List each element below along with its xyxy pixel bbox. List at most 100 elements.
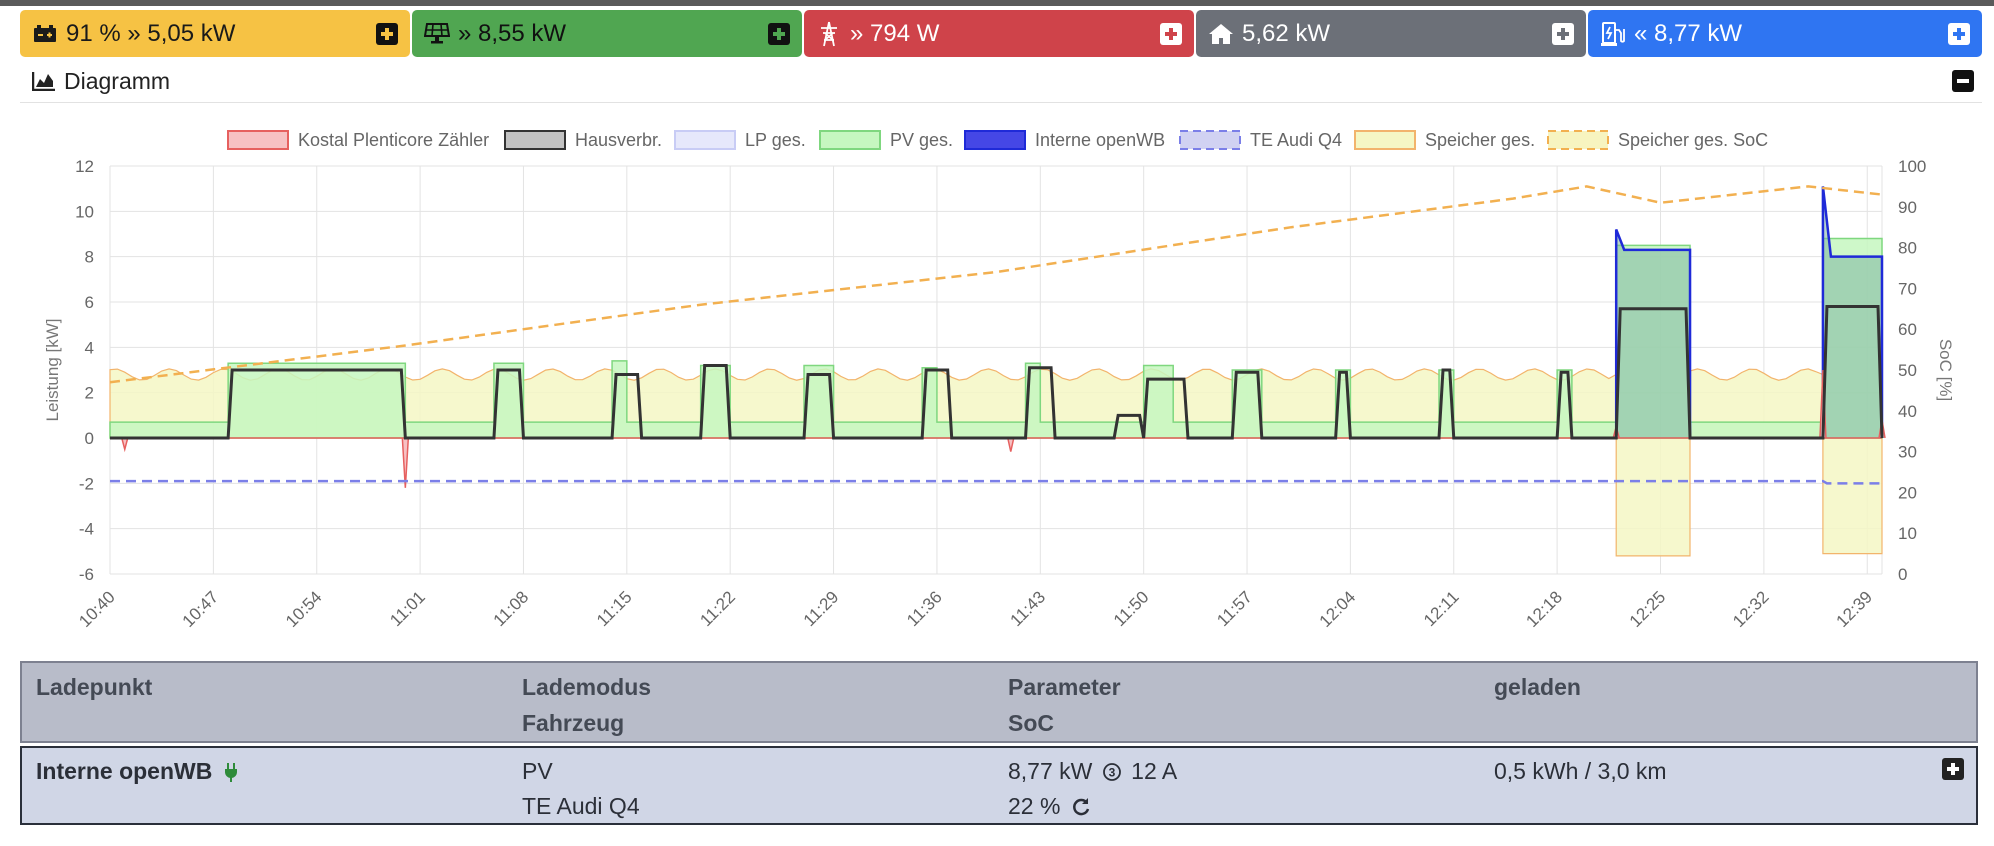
y-tick-label: 2 [85, 384, 94, 403]
y-tick-label: 6 [85, 293, 94, 312]
chargepoint-expand-button[interactable] [1942, 758, 1964, 780]
diagram-header[interactable]: Diagramm [20, 60, 1982, 103]
legend-swatch [964, 130, 1026, 150]
house-status-text: 5,62 kW [1242, 19, 1331, 47]
y2-tick-label: 30 [1898, 443, 1917, 462]
y-tick-label: -2 [79, 474, 94, 493]
y2-tick-label: 50 [1898, 361, 1917, 380]
legend-swatch [1179, 130, 1241, 150]
charge-mode[interactable]: PV [522, 758, 553, 785]
x-tick-label: 10:40 [75, 587, 119, 631]
y2-tick-label: 60 [1898, 320, 1917, 339]
legend-label: Kostal Plenticore Zähler [298, 130, 489, 150]
legend-label: TE Audi Q4 [1250, 130, 1342, 150]
legend-label: Interne openWB [1035, 130, 1165, 150]
y-tick-label: 8 [85, 248, 94, 267]
x-tick-label: 11:43 [1007, 587, 1050, 630]
legend-swatch [504, 130, 566, 150]
legend-label: Speicher ges. SoC [1618, 130, 1768, 150]
status-tiles: 91 % » 5,05 kW » 8,55 kW » 794 W 5,62 kW… [20, 10, 1982, 57]
y-tick-label: 4 [85, 338, 94, 357]
y2-tick-label: 20 [1898, 483, 1917, 502]
grid-tile[interactable]: » 794 W [804, 10, 1194, 57]
refresh-icon[interactable] [1071, 797, 1091, 817]
plug-icon [224, 763, 237, 782]
y-tick-label: -6 [79, 565, 94, 584]
y2-tick-label: 90 [1898, 198, 1917, 217]
pv-tile[interactable]: » 8,55 kW [412, 10, 802, 57]
diagram-title: Diagramm [64, 67, 171, 94]
diagram-collapse-button[interactable] [1952, 70, 1974, 92]
x-tick-label: 12:18 [1522, 587, 1566, 631]
header-ladepunkt: Ladepunkt [36, 674, 153, 700]
phases-icon: 3 [1102, 763, 1121, 781]
battery-tile[interactable]: 91 % » 5,05 kW [20, 10, 410, 57]
charged-amount: 0,5 kWh / 3,0 km [1494, 758, 1667, 784]
charging-tile[interactable]: « 8,77 kW [1588, 10, 1982, 57]
kostal-spike [121, 437, 129, 453]
area-chart-icon [32, 71, 56, 91]
house-expand-button[interactable] [1552, 22, 1574, 45]
pv-expand-button[interactable] [768, 22, 790, 45]
legend-swatch [227, 130, 289, 150]
x-tick-label: 11:36 [903, 587, 946, 630]
legend-label: PV ges. [890, 130, 953, 150]
charge-parameter: 8,77 kW 3 12 A [1008, 758, 1178, 784]
vehicle-soc: 22 % [1008, 793, 1091, 820]
x-tick-label: 12:32 [1729, 587, 1773, 631]
house-icon [1208, 21, 1234, 47]
y2-tick-label: 40 [1898, 402, 1917, 421]
y-tick-label: 0 [85, 429, 94, 448]
x-tick-label: 12:39 [1833, 587, 1877, 631]
legend-label: LP ges. [745, 130, 806, 150]
legend-swatch [1547, 130, 1609, 150]
top-border [0, 0, 1994, 6]
y2-tick-label: 0 [1898, 565, 1907, 584]
battery-expand-button[interactable] [376, 22, 398, 45]
chart-legend: Kostal Plenticore Zähler Hausverbr. LP ges… [227, 130, 1768, 150]
y-axis-label: Leistung [kW] [43, 319, 62, 422]
y-tick-label: 12 [75, 157, 94, 176]
interne-openwb-area [1821, 186, 1884, 438]
x-tick-label: 12:25 [1626, 587, 1670, 631]
car-battery-icon [32, 21, 58, 47]
legend-label: Hausverbr. [575, 130, 662, 150]
grid-status-text: » 794 W [850, 19, 940, 47]
legend-label: Speicher ges. [1425, 130, 1535, 150]
kostal-spike [1007, 437, 1015, 452]
y2-axis-label: SoC [%] [1936, 339, 1955, 401]
grid-expand-button[interactable] [1160, 22, 1182, 45]
header-soc: SoC [1008, 710, 1054, 736]
vehicle-name[interactable]: TE Audi Q4 [522, 793, 640, 820]
pv-status-text: » 8,55 kW [458, 19, 567, 47]
x-tick-label: 11:22 [696, 587, 739, 630]
x-tick-label: 11:29 [800, 587, 843, 630]
charging-expand-button[interactable] [1948, 22, 1970, 45]
charging-status-text: « 8,77 kW [1634, 19, 1743, 47]
header-geladen: geladen [1494, 674, 1581, 700]
ev-charger-icon [1600, 21, 1626, 47]
y2-tick-label: 70 [1898, 279, 1917, 298]
header-fahrzeug: Fahrzeug [522, 710, 625, 736]
chargepoint-name: Interne openWB [36, 758, 239, 785]
battery-status-text: 91 % » 5,05 kW [66, 19, 236, 47]
x-tick-label: 12:04 [1316, 587, 1360, 631]
solar-panel-icon [424, 21, 450, 47]
header-parameter: Parameter [1008, 674, 1121, 700]
legend-swatch [1354, 130, 1416, 150]
x-tick-label: 11:15 [593, 587, 636, 630]
interne-openwb-area [1614, 229, 1692, 438]
x-tick-label: 10:47 [179, 587, 223, 631]
y-tick-label: 10 [75, 202, 94, 221]
x-tick-label: 11:08 [490, 587, 533, 630]
x-tick-label: 11:01 [386, 587, 429, 630]
y2-tick-label: 100 [1898, 157, 1926, 176]
y2-tick-label: 10 [1898, 524, 1917, 543]
house-tile[interactable]: 5,62 kW [1196, 10, 1586, 57]
x-tick-label: 11:57 [1213, 587, 1256, 630]
legend-swatch [819, 130, 881, 150]
svg-text:3: 3 [1108, 766, 1115, 780]
chargepoint-row[interactable]: Interne openWB PV TE Audi Q4 8,77 kW 3 1… [20, 746, 1978, 825]
legend-swatch [674, 130, 736, 150]
x-tick-label: 10:54 [282, 587, 326, 631]
